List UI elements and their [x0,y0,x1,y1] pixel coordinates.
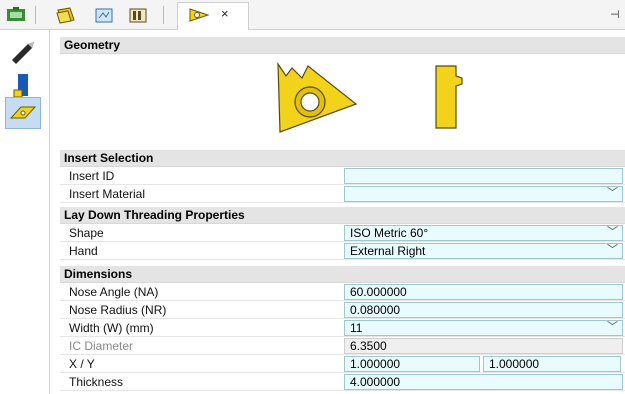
toolbar: × ⊣ [0,0,625,30]
row-hand: Hand External Right ﹀ [60,242,625,260]
chevron-down-icon[interactable]: ﹀ [607,320,618,334]
shape-label: Shape [69,226,104,240]
insert-material-dropdown[interactable]: ﹀ [344,186,623,202]
row-insert-material: Insert Material ﹀ [60,185,625,203]
width-dropdown[interactable]: 11 ﹀ [344,320,623,336]
x-field[interactable]: 1.000000 [344,356,480,372]
chevron-down-icon[interactable]: ﹀ [607,243,618,257]
section-threading: Lay Down Threading Properties [60,207,625,224]
section-geometry: Geometry [60,37,625,54]
row-shape: Shape ISO Metric 60° ﹀ [60,224,625,242]
ic-diameter-field: 6.3500 [344,338,623,354]
thickness-field[interactable]: 4.000000 [344,374,623,390]
row-xy: X / Y 1.000000 1.000000 [60,355,625,373]
insert-icon[interactable] [5,97,41,129]
insert-material-label: Insert Material [69,187,146,201]
tool-holder-icon[interactable] [5,5,27,25]
drawing-icon[interactable] [93,5,115,25]
insert-id-label: Insert ID [69,169,115,183]
row-nose-radius: Nose Radius (NR) 0.080000 [60,301,625,319]
ic-diameter-label: IC Diameter [69,339,134,353]
pin-icon[interactable]: ⊣ [610,8,620,21]
row-nose-angle: Nose Angle (NA) 60.000000 [60,283,625,301]
tool-tip-icon[interactable] [5,35,41,67]
nose-radius-field[interactable]: 0.080000 [344,302,623,318]
xy-label: X / Y [69,357,95,371]
nose-angle-label: Nose Angle (NA) [69,285,159,299]
hand-label: Hand [69,244,98,258]
chevron-down-icon[interactable]: ﹀ [607,186,618,200]
library-icon[interactable] [127,5,149,25]
row-insert-id: Insert ID [60,167,625,185]
close-icon[interactable]: × [221,7,229,21]
nose-radius-label: Nose Radius (NR) [69,303,167,317]
insert-top-view [277,62,358,133]
section-dimensions: Dimensions [60,266,625,283]
geometry-preview [60,54,625,150]
shape-dropdown[interactable]: ISO Metric 60° ﹀ [344,225,623,241]
row-width: Width (W) (mm) 11 ﹀ [60,319,625,337]
thickness-label: Thickness [69,375,124,389]
row-ic-diameter: IC Diameter 6.3500 [60,337,625,355]
section-insert-selection: Insert Selection [60,150,625,167]
left-sidebar [0,30,50,394]
insert-side-view [435,65,463,129]
threading-insert-icon[interactable] [188,5,210,25]
property-grid: Geometry Insert Selection Insert ID Inse… [60,30,625,394]
hand-dropdown[interactable]: External Right ﹀ [344,243,623,259]
insert-id-field[interactable] [344,168,623,184]
nose-angle-field[interactable]: 60.000000 [344,284,623,300]
width-label: Width (W) (mm) [69,321,154,335]
insert-stack-icon[interactable] [55,5,77,25]
chevron-down-icon[interactable]: ﹀ [607,225,618,239]
row-thickness: Thickness 4.000000 [60,373,625,391]
y-field[interactable]: 1.000000 [483,356,621,372]
